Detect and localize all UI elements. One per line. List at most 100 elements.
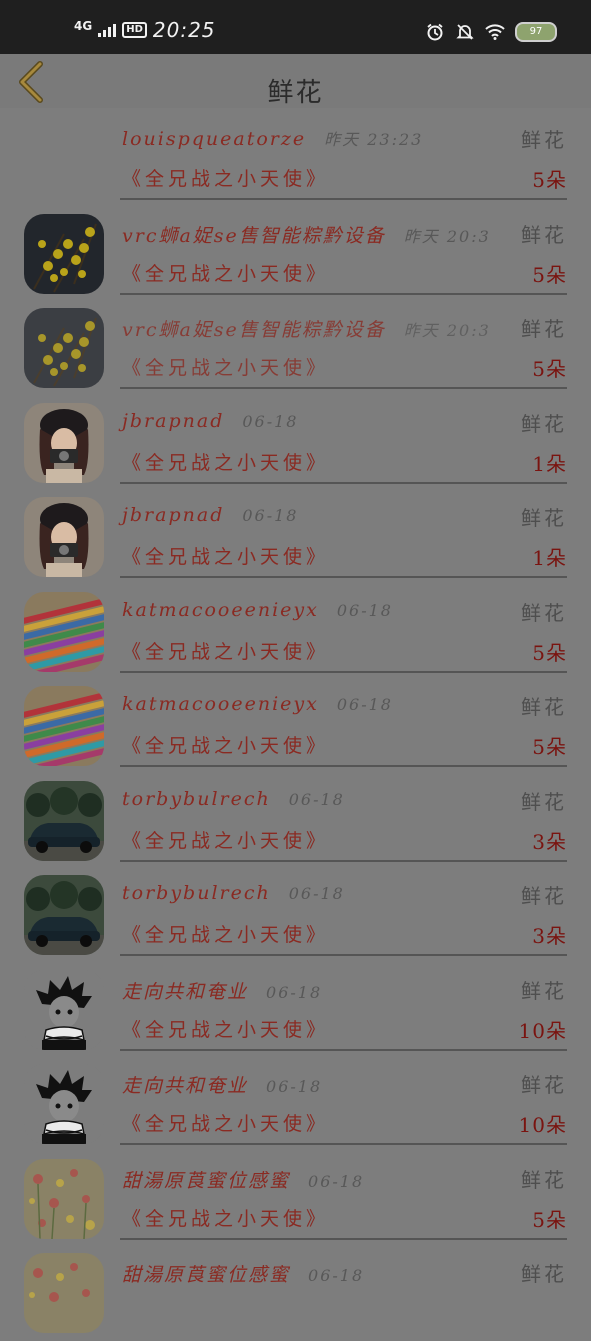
username: katmacooeenieyx (122, 598, 319, 621)
list-item[interactable]: katmacooeenieyx 06-18 鲜花 《全兄战之小天使》 5朵 (0, 585, 591, 680)
flower-count: 5朵 (532, 168, 567, 192)
battery-icon: 97 (515, 22, 557, 42)
username: louispqueatorze (122, 128, 307, 150)
timestamp: 06-18 (308, 1266, 365, 1285)
app-header: 鲜花 (0, 54, 591, 108)
flower-count: 5朵 (532, 262, 567, 287)
avatar[interactable] (24, 591, 104, 672)
timestamp: 昨天 20:3 (403, 226, 491, 246)
avatar[interactable] (24, 875, 104, 955)
book-title: 《全兄战之小天使》 (122, 546, 330, 568)
flower-count: 10朵 (518, 1018, 567, 1043)
flower-count: 5朵 (532, 357, 567, 381)
book-title: 《全兄战之小天使》 (122, 1018, 330, 1041)
timestamp: 昨天 23:23 (324, 130, 424, 149)
gift-type: 鲜花 (521, 978, 567, 1003)
list-item[interactable]: vrc蛳a娖se售智能粽黔设备 昨天 20:3 鲜花 《全兄战之小天使》 5朵 (0, 207, 591, 302)
divider (120, 954, 567, 956)
book-title: 《全兄战之小天使》 (122, 1207, 330, 1230)
wifi-icon (485, 22, 505, 42)
gift-type: 鲜花 (521, 128, 567, 152)
divider (120, 765, 567, 767)
timestamp: 06-18 (266, 982, 323, 1002)
gift-type: 鲜花 (521, 317, 567, 341)
mute-bell-icon (455, 22, 475, 42)
avatar[interactable] (24, 1158, 104, 1239)
gift-type: 鲜花 (521, 1167, 567, 1192)
list-item[interactable]: louispqueatorze 昨天 23:23 鲜花 《全兄战之小天使》 5朵 (0, 112, 591, 207)
timestamp: 06-18 (266, 1077, 323, 1096)
timestamp: 06-18 (308, 1171, 365, 1191)
page-title: 鲜花 (267, 78, 324, 108)
avatar[interactable] (24, 1064, 104, 1144)
divider (120, 1143, 567, 1145)
gift-type: 鲜花 (521, 222, 567, 247)
book-title: 《全兄战之小天使》 (122, 735, 330, 757)
book-title: 《全兄战之小天使》 (122, 357, 330, 379)
username: 甜湯原莨蜜位感蜜 (122, 1264, 291, 1286)
list-item[interactable]: 走向共和奄业 06-18 鲜花 《全兄战之小天使》 10朵 (0, 1057, 591, 1152)
book-title: 《全兄战之小天使》 (122, 451, 330, 474)
username: torbybulrech (122, 882, 271, 904)
avatar[interactable] (24, 497, 104, 577)
divider (120, 198, 567, 200)
divider (120, 1048, 567, 1051)
avatar[interactable] (24, 308, 104, 388)
gift-type: 鲜花 (521, 411, 567, 436)
username: 走向共和奄业 (122, 980, 249, 1003)
list-item[interactable]: 走向共和奄业 06-18 鲜花 《全兄战之小天使》 10朵 (0, 963, 591, 1058)
book-title: 《全兄战之小天使》 (122, 262, 330, 285)
list-item[interactable]: 甜湯原莨蜜位感蜜 06-18 鲜花 《全兄战之小天使》 5朵 (0, 1152, 591, 1247)
avatar[interactable] (24, 402, 104, 483)
status-left: 4G HD 20:25 (74, 18, 216, 42)
gift-type: 鲜花 (521, 1073, 567, 1097)
list-item[interactable]: torbybulrech 06-18 鲜花 《全兄战之小天使》 3朵 (0, 774, 591, 869)
username: torbybulrech (122, 787, 271, 810)
avatar[interactable] (24, 1253, 104, 1333)
timestamp: 昨天 20:3 (403, 321, 491, 340)
divider (120, 387, 567, 389)
network-type: 4G (74, 19, 93, 33)
gift-type: 鲜花 (521, 789, 567, 814)
book-title: 《全兄战之小天使》 (122, 829, 330, 852)
status-bar: 4G HD 20:25 97 (0, 0, 591, 54)
divider (120, 292, 567, 295)
book-title: 《全兄战之小天使》 (122, 168, 330, 190)
username: vrc蛳a娖se售智能粽黔设备 (122, 319, 386, 341)
gift-type: 鲜花 (521, 600, 567, 625)
username: jbrapnad (122, 409, 225, 432)
gift-type: 鲜花 (521, 506, 567, 530)
alarm-icon (425, 22, 445, 42)
divider (120, 1237, 567, 1240)
list-item[interactable]: katmacooeenieyx 06-18 鲜花 《全兄战之小天使》 5朵 (0, 679, 591, 774)
list-item[interactable]: jbrapnad 06-18 鲜花 《全兄战之小天使》 1朵 (0, 490, 591, 585)
divider (120, 670, 567, 673)
avatar[interactable] (24, 213, 104, 294)
username: 走向共和奄业 (122, 1075, 249, 1097)
flower-count: 10朵 (518, 1113, 567, 1137)
list-item[interactable]: 甜湯原莨蜜位感蜜 06-18 鲜花 (0, 1246, 591, 1341)
avatar[interactable] (24, 780, 104, 861)
username: katmacooeenieyx (122, 693, 319, 715)
username: vrc蛳a娖se售智能粽黔设备 (122, 224, 386, 247)
book-title: 《全兄战之小天使》 (122, 924, 330, 946)
flower-count: 1朵 (532, 546, 567, 570)
divider (120, 481, 567, 484)
username: 甜湯原莨蜜位感蜜 (122, 1169, 291, 1192)
divider (120, 859, 567, 862)
flower-count: 5朵 (532, 735, 567, 759)
gift-type: 鲜花 (521, 695, 567, 719)
gift-type: 鲜花 (521, 1262, 567, 1286)
list-item[interactable]: vrc蛳a娖se售智能粽黔设备 昨天 20:3 鲜花 《全兄战之小天使》 5朵 (0, 301, 591, 396)
timestamp: 06-18 (242, 411, 299, 431)
avatar[interactable] (24, 686, 104, 766)
book-title: 《全兄战之小天使》 (122, 1113, 330, 1135)
flower-count: 5朵 (532, 640, 567, 665)
timestamp: 06-18 (288, 884, 345, 903)
list-item[interactable]: jbrapnad 06-18 鲜花 《全兄战之小天使》 1朵 (0, 396, 591, 491)
status-right: 97 (425, 22, 557, 42)
clock: 20:25 (152, 18, 216, 42)
list-item[interactable]: torbybulrech 06-18 鲜花 《全兄战之小天使》 3朵 (0, 868, 591, 963)
signal-icon (98, 23, 117, 37)
avatar[interactable] (24, 969, 104, 1050)
